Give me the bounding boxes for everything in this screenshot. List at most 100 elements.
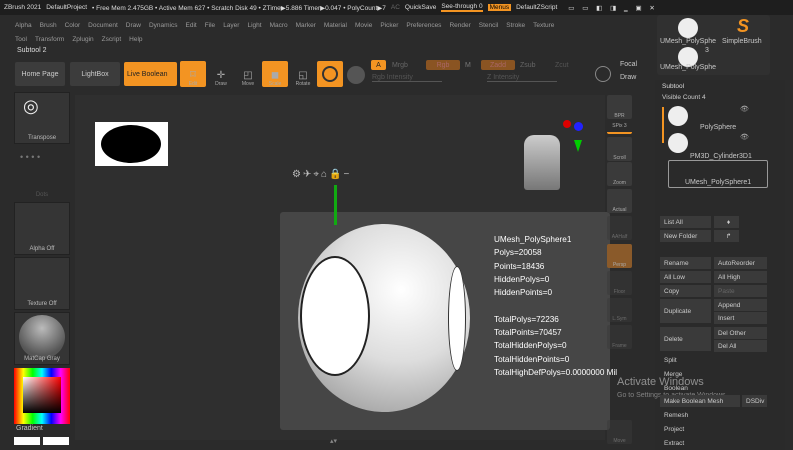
del-all-button[interactable]: Del All [714, 340, 767, 352]
dsdiv-button[interactable]: DSDiv [742, 395, 767, 407]
zcut-button[interactable]: Zcut [555, 62, 569, 69]
split-button[interactable]: Split [660, 354, 760, 366]
menu-item[interactable]: Tool [15, 36, 27, 43]
color-picker[interactable] [14, 368, 70, 424]
see-through-slider[interactable]: See-through 0 [441, 3, 483, 12]
menu-item[interactable]: Brush [40, 22, 57, 29]
shelf-button-persp[interactable]: Persp [607, 244, 632, 268]
live-boolean-button[interactable]: Live Boolean [124, 62, 177, 86]
menu-item[interactable]: Stroke [506, 22, 525, 29]
make-boolean-button[interactable]: Make Boolean Mesh [660, 395, 740, 407]
menu-item[interactable]: Preferences [406, 22, 441, 29]
menu-item[interactable]: File [205, 22, 215, 29]
subtool-item[interactable]: PM3D_Cylinder3D1 [690, 153, 752, 160]
eye-icon[interactable]: 👁 [740, 133, 749, 141]
menu-item[interactable]: Document [88, 22, 118, 29]
subtool-scrollbar[interactable] [662, 107, 664, 143]
zsub-button[interactable]: Zsub [520, 62, 536, 69]
menu-item[interactable]: Dynamics [149, 22, 178, 29]
project-button[interactable]: Project [660, 423, 760, 435]
menu-item[interactable]: Color [65, 22, 81, 29]
m-button[interactable]: M [465, 62, 471, 69]
move-up-icon[interactable]: ♦ [714, 216, 739, 228]
main-color-swatch[interactable] [14, 437, 40, 445]
rotate-button[interactable]: ◱ Rotate [290, 61, 316, 87]
draw-size-label[interactable]: Draw [620, 74, 636, 81]
menu-item[interactable]: Light [247, 22, 261, 29]
rgb-intensity-slider[interactable]: Rgb Intensity [372, 74, 442, 82]
menu-item[interactable]: Help [129, 36, 142, 43]
lightbox-button[interactable]: LightBox [70, 62, 120, 86]
del-other-button[interactable]: Del Other [714, 327, 767, 339]
window-controls[interactable]: ▭ ▭ ◧ ◨ ‗ ▣ ✕ [568, 4, 658, 12]
gizmo-y-axis[interactable] [334, 185, 337, 225]
simplebrush-icon[interactable]: S [737, 16, 749, 37]
home-page-button[interactable]: Home Page [15, 62, 65, 86]
move-button[interactable]: ◰ Move [235, 61, 261, 87]
insert-button[interactable]: Insert [714, 312, 767, 324]
menu-item[interactable]: Zplugin [72, 36, 93, 43]
shelf-button-zoom[interactable]: Zoom [607, 162, 632, 186]
menu-item[interactable]: Marker [296, 22, 316, 29]
paste-button[interactable]: Paste [714, 285, 767, 297]
sphere-brush-button[interactable] [317, 61, 343, 87]
eye-icon[interactable]: 👁 [740, 105, 749, 113]
copy-button[interactable]: Copy [660, 285, 711, 297]
menu-item[interactable]: Texture [533, 22, 554, 29]
merge-button[interactable]: Merge [660, 368, 760, 380]
alpha-button[interactable]: Alpha Off [14, 202, 70, 255]
default-zscript[interactable]: DefaultZScript [516, 4, 557, 11]
boolean-button[interactable]: Boolean [660, 382, 760, 394]
menu-item[interactable]: Stencil [479, 22, 499, 29]
menu-item[interactable]: Edit [186, 22, 197, 29]
draw-button[interactable]: ✛ Draw [208, 61, 234, 87]
edit-button[interactable]: ⌑ Edit [180, 61, 206, 87]
a-button[interactable]: A [371, 60, 386, 70]
shelf-button-move[interactable]: Move [607, 420, 632, 444]
shelf-button-l-sym[interactable]: L.Sym [607, 298, 632, 322]
shelf-button-scroll[interactable]: Scroll [607, 137, 632, 161]
remesh-button[interactable]: Remesh [660, 409, 760, 421]
mrgb-button[interactable]: Mrgb [392, 62, 408, 69]
menu-item[interactable]: Movie [355, 22, 372, 29]
scale-button[interactable]: ◼ Scale [262, 61, 288, 87]
delete-button[interactable]: Delete [660, 327, 711, 351]
tool-thumb-2[interactable]: SimpleBrush [722, 38, 762, 45]
autoreorder-button[interactable]: AutoReorder [714, 257, 767, 269]
menu-item[interactable]: Macro [270, 22, 288, 29]
focal-label[interactable]: Focal [620, 61, 637, 68]
menu-item[interactable]: Draw [126, 22, 141, 29]
texture-button[interactable]: Texture Off [14, 257, 70, 310]
menu-item[interactable]: Zscript [102, 36, 122, 43]
stroke-dots-button[interactable]: • • • • Dots [14, 148, 70, 200]
shelf-button-bpr[interactable]: BPR [607, 95, 632, 119]
subtool-header[interactable]: Subtool [662, 83, 684, 90]
list-all-button[interactable]: List All [660, 216, 711, 228]
menus-toggle[interactable]: Menus [487, 4, 512, 11]
menu-item[interactable]: Alpha [15, 22, 32, 29]
transpose-button[interactable]: ◎ Transpose [14, 92, 70, 144]
menu-item[interactable]: Picker [380, 22, 398, 29]
extract-button[interactable]: Extract [660, 437, 760, 449]
material-button[interactable]: MatCap Gray [14, 312, 70, 365]
shelf-button-actual[interactable]: Actual [607, 189, 632, 213]
shelf-button-floor[interactable]: Floor [607, 271, 632, 295]
zadd-button[interactable]: Zadd [481, 60, 515, 70]
polysphere-thumb[interactable] [678, 18, 698, 38]
subtool-thumb-1[interactable] [668, 106, 688, 126]
rgb-button[interactable]: Rgb [426, 60, 460, 70]
tool-thumb-3[interactable]: UMesh_PolySphe [660, 64, 716, 71]
gizmo-toolbar-icons[interactable]: ⚙✈⌖⌂🔒− [292, 169, 351, 180]
menu-item[interactable]: Transform [35, 36, 64, 43]
shelf-button-frame[interactable]: Frame [607, 325, 632, 349]
shelf-button-aahalf[interactable]: AAHalf [607, 216, 632, 240]
duplicate-button[interactable]: Duplicate [660, 299, 711, 323]
subtool-item-selected[interactable]: UMesh_PolySphere1 [668, 160, 768, 188]
all-low-button[interactable]: All Low [660, 271, 711, 283]
all-high-button[interactable]: All High [714, 271, 767, 283]
tool-thumb-1[interactable]: UMesh_PolySphe [660, 38, 716, 45]
bottom-expand-arrows[interactable]: ▴▾ [330, 437, 337, 445]
material-icon[interactable] [347, 66, 365, 84]
z-intensity-slider[interactable]: Z Intensity [487, 74, 557, 82]
subtool-thumb-2[interactable] [668, 133, 688, 153]
